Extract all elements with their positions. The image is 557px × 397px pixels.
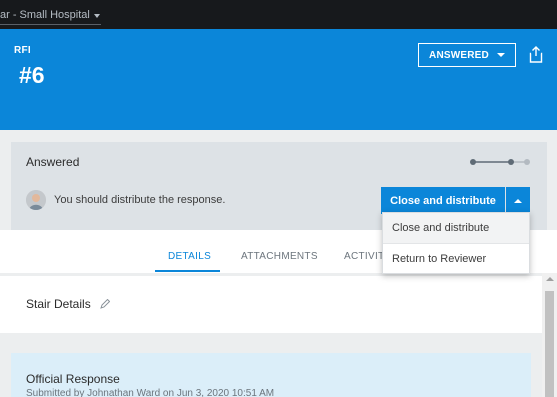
official-response-card: Official Response Submitted by Johnathan… bbox=[11, 353, 531, 397]
scrollbar-thumb[interactable] bbox=[545, 291, 554, 397]
section-title: Stair Details bbox=[26, 297, 110, 311]
workflow-progress-indicator bbox=[470, 159, 530, 165]
active-tab-indicator bbox=[155, 270, 220, 272]
project-name: ar - Small Hospital bbox=[0, 9, 90, 21]
scroll-up-arrow-icon[interactable] bbox=[546, 277, 554, 281]
response-meta: Submitted by Johnathan Ward on Jun 3, 20… bbox=[26, 388, 275, 397]
menu-item-return-to-reviewer[interactable]: Return to Reviewer bbox=[383, 244, 529, 274]
scrollbar[interactable] bbox=[542, 273, 557, 397]
more-actions-toggle[interactable] bbox=[506, 187, 530, 214]
status-message: You should distribute the response. bbox=[54, 194, 226, 206]
avatar bbox=[26, 190, 46, 210]
pencil-icon[interactable] bbox=[99, 299, 110, 309]
tab-details[interactable]: DETAILS bbox=[168, 251, 211, 262]
share-icon[interactable] bbox=[529, 46, 543, 63]
status-button-label: ANSWERED bbox=[429, 49, 489, 61]
project-switcher[interactable]: ar - Small Hospital bbox=[0, 9, 101, 25]
menu-item-close-and-distribute[interactable]: Close and distribute bbox=[383, 213, 529, 243]
chevron-up-icon bbox=[514, 198, 522, 203]
tab-activity[interactable]: ACTIVIT bbox=[344, 251, 384, 262]
chevron-down-icon bbox=[496, 53, 505, 57]
tab-attachments[interactable]: ATTACHMENTS bbox=[241, 251, 318, 262]
status-title: Answered bbox=[26, 155, 80, 169]
actions-dropdown-menu: Close and distribute Return to Reviewer bbox=[382, 212, 530, 274]
project-switcher-underline bbox=[0, 24, 101, 25]
response-title: Official Response bbox=[26, 372, 120, 386]
rfi-header: ANSWERED bbox=[0, 29, 557, 130]
status-dropdown-button[interactable]: ANSWERED bbox=[418, 43, 516, 67]
chevron-down-icon bbox=[93, 13, 100, 18]
rfi-number: #6 bbox=[19, 62, 45, 88]
close-and-distribute-button[interactable]: Close and distribute bbox=[381, 187, 505, 214]
top-bar: ar - Small Hospital bbox=[0, 0, 557, 29]
item-type-label: RFI bbox=[14, 45, 32, 56]
section-title-text: Stair Details bbox=[26, 297, 91, 311]
